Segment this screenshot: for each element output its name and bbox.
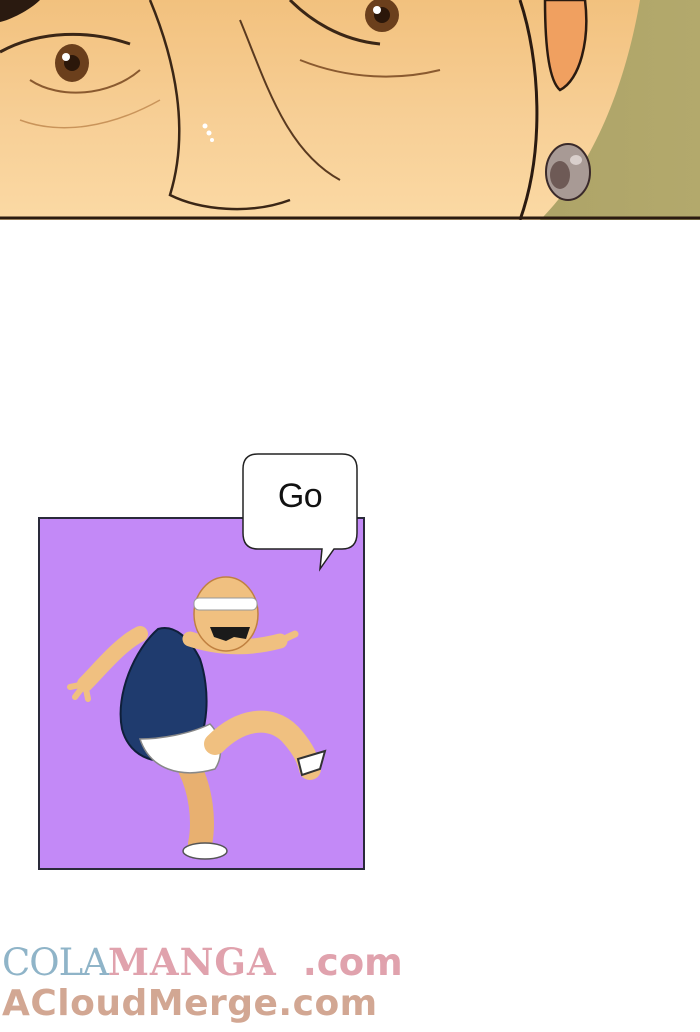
speech-bubble: Go <box>242 453 358 572</box>
watermark-acloudmerge: ACloudMerge.com <box>2 983 378 1024</box>
comic-panel-face-closeup <box>0 0 700 220</box>
speech-bubble-text: Go <box>277 477 323 515</box>
watermark-cola: COLA <box>2 941 109 984</box>
dancing-character-illustration <box>67 576 327 860</box>
watermark-manga: MANGA <box>107 940 277 984</box>
watermark-site: COLAMANGA .com <box>2 941 403 984</box>
earring <box>545 143 591 201</box>
face-skin <box>0 0 640 220</box>
watermark-com: .com <box>302 941 403 984</box>
